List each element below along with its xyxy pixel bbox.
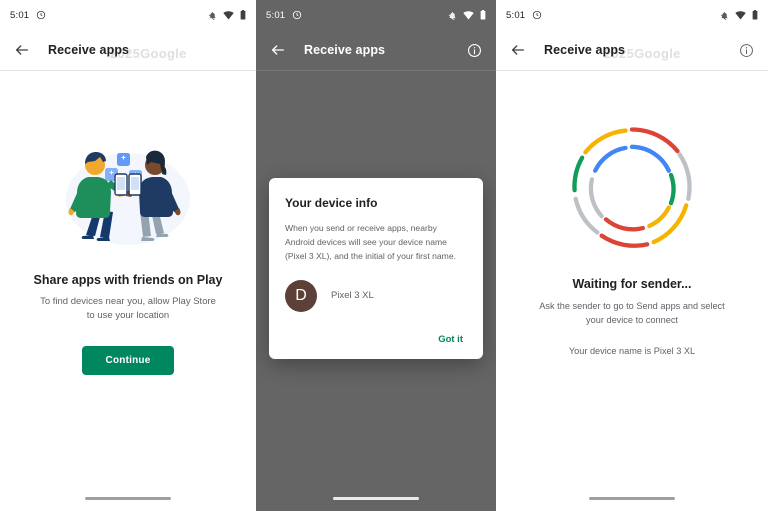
- notifications-off-icon: [448, 11, 456, 20]
- status-bar-time: 5:01: [10, 9, 30, 21]
- panel-subtitle: Ask the sender to go to Send apps and se…: [539, 301, 725, 326]
- alarm-circle-icon: [36, 10, 46, 20]
- info-button[interactable]: [464, 40, 484, 60]
- avatar: D: [285, 279, 317, 312]
- dialog-actions: Got it: [285, 330, 467, 349]
- panel-headline: Waiting for sender...: [572, 277, 692, 291]
- wifi-icon: [223, 10, 234, 20]
- info-icon: [467, 43, 481, 57]
- status-bar-icons: [720, 10, 758, 20]
- app-bar-divider: [0, 70, 256, 71]
- app-bar: Receive apps: [256, 30, 496, 70]
- page-title: Receive apps: [544, 43, 626, 57]
- device-info-dialog: Your device info When you send or receiv…: [269, 178, 483, 359]
- phone-panel-share-apps-permission: 5:01 Receive apps 2025Google Share apps …: [0, 0, 256, 511]
- battery-icon: [240, 10, 246, 20]
- alarm-circle-icon: [292, 10, 302, 20]
- status-bar-icons: [448, 10, 486, 20]
- home-indicator[interactable]: [85, 497, 171, 500]
- back-arrow-icon: [511, 45, 524, 55]
- spinner-container: [567, 123, 697, 253]
- app-bar: Receive apps: [496, 30, 768, 70]
- back-button[interactable]: [268, 40, 288, 60]
- battery-icon: [480, 10, 486, 20]
- device-name-note: Your device name is Pixel 3 XL: [568, 345, 696, 356]
- home-indicator[interactable]: [333, 497, 419, 500]
- app-bar-divider: [496, 70, 768, 71]
- info-icon: [739, 43, 753, 57]
- two-people-sharing-apps-illustration: [66, 150, 190, 245]
- continue-button[interactable]: Continue: [81, 345, 175, 375]
- google-colors-dual-ring-spinner: [572, 127, 692, 248]
- notifications-off-icon: [720, 11, 728, 20]
- got-it-button[interactable]: Got it: [434, 330, 467, 349]
- home-indicator[interactable]: [589, 497, 675, 500]
- back-arrow-icon: [16, 45, 28, 55]
- wifi-icon: [735, 10, 746, 20]
- app-bar-divider: [256, 70, 496, 71]
- wifi-icon: [463, 10, 474, 20]
- status-bar: 5:01: [0, 0, 256, 30]
- panel-body: Waiting for sender... Ask the sender to …: [496, 71, 768, 356]
- app-bar: Receive apps: [0, 30, 256, 70]
- panel-headline: Share apps with friends on Play: [33, 273, 223, 287]
- status-bar-time: 5:01: [506, 9, 526, 21]
- status-bar-icons: [208, 10, 246, 20]
- panel-subtitle: To find devices near you, allow Play Sto…: [40, 296, 216, 322]
- phone-panel-waiting-for-sender: 5:01 Receive apps 2025Google Waiting for…: [496, 0, 768, 511]
- page-title: Receive apps: [48, 43, 130, 57]
- back-button[interactable]: [508, 40, 528, 60]
- page-title: Receive apps: [304, 43, 386, 57]
- status-bar: 5:01: [496, 0, 768, 30]
- phone-panel-device-info-dialog: 5:01 Receive apps Your device info When …: [256, 0, 496, 511]
- dialog-body-text: When you send or receive apps, nearby An…: [285, 223, 456, 261]
- screenshot-stage: 5:01 Receive apps 2025Google Share apps …: [0, 0, 768, 511]
- status-bar: 5:01: [256, 0, 496, 30]
- info-button[interactable]: [736, 40, 756, 60]
- alarm-circle-icon: [532, 10, 542, 20]
- battery-icon: [752, 10, 758, 20]
- back-button[interactable]: [12, 40, 32, 60]
- back-arrow-icon: [272, 45, 284, 55]
- dialog-title: Your device info: [285, 196, 378, 210]
- notifications-off-icon: [208, 11, 216, 20]
- status-bar-time: 5:01: [266, 9, 286, 21]
- device-row: D Pixel 3 XL: [285, 279, 467, 312]
- panel-body: Share apps with friends on Play To find …: [0, 71, 256, 375]
- device-name: Pixel 3 XL: [331, 290, 374, 302]
